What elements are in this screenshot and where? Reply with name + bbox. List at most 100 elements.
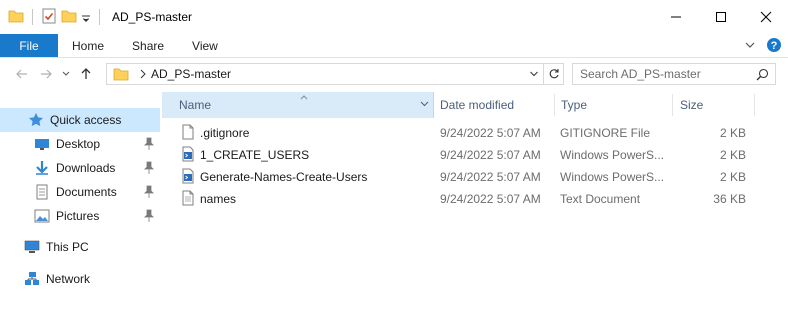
sidebar-item-label: Downloads xyxy=(56,161,116,175)
file-date: 9/24/2022 5:07 AM xyxy=(440,192,541,206)
sidebar-item-this-pc[interactable]: This PC xyxy=(0,235,160,259)
column-header-name[interactable]: Name xyxy=(162,92,434,118)
pin-icon[interactable] xyxy=(144,137,154,151)
powershell-file-icon xyxy=(180,168,196,187)
file-size: 2 KB xyxy=(719,148,746,162)
maximize-icon xyxy=(715,12,726,22)
table-row[interactable]: Generate-Names-Create-Users 9/24/2022 5:… xyxy=(162,166,788,188)
pin-icon[interactable] xyxy=(144,209,154,223)
pictures-icon xyxy=(34,208,50,224)
toolbar-separator xyxy=(32,9,33,25)
file-name: Generate-Names-Create-Users xyxy=(200,170,368,184)
sort-ascending-icon xyxy=(300,92,308,102)
toolbar-separator xyxy=(99,9,100,25)
tab-view[interactable]: View xyxy=(178,34,232,57)
address-bar[interactable]: AD_PS-master xyxy=(106,63,564,85)
search-input[interactable] xyxy=(580,67,750,81)
sidebar-item-downloads[interactable]: Downloads xyxy=(0,156,160,180)
file-size: 36 KB xyxy=(713,192,746,206)
star-icon xyxy=(28,112,44,128)
up-arrow-icon xyxy=(81,68,91,79)
search-box[interactable] xyxy=(572,63,776,85)
breadcrumb-chevron-icon[interactable] xyxy=(139,69,147,79)
navigation-bar: AD_PS-master xyxy=(0,58,788,90)
file-name-cell: .gitignore xyxy=(180,124,249,143)
folder-icon xyxy=(113,66,129,82)
svg-text:?: ? xyxy=(771,40,778,52)
downloads-icon xyxy=(34,160,50,176)
sidebar-item-quick-access[interactable]: Quick access xyxy=(0,108,160,132)
column-divider[interactable] xyxy=(754,94,755,116)
tab-file[interactable]: File xyxy=(0,34,58,57)
refresh-icon xyxy=(549,69,559,79)
file-date: 9/24/2022 5:07 AM xyxy=(440,148,541,162)
sidebar-item-documents[interactable]: Documents xyxy=(0,180,160,204)
file-size: 2 KB xyxy=(719,126,746,140)
back-button[interactable] xyxy=(10,62,34,86)
minimize-button[interactable] xyxy=(653,0,698,34)
properties-icon[interactable] xyxy=(41,8,57,27)
file-list: Name Date modified Type Size .gitignore … xyxy=(162,90,788,314)
window-title: AD_PS-master xyxy=(112,10,193,24)
back-arrow-icon xyxy=(16,69,27,79)
search-icon[interactable] xyxy=(756,68,769,81)
maximize-button[interactable] xyxy=(698,0,743,34)
sidebar-item-network[interactable]: Network xyxy=(0,267,160,291)
text-file-icon xyxy=(180,190,196,209)
column-header-size[interactable]: Size xyxy=(673,92,755,118)
customize-toolbar-chevron-icon[interactable] xyxy=(81,8,91,27)
sidebar-item-label: Quick access xyxy=(50,113,122,127)
file-type: Windows PowerS... xyxy=(560,170,664,184)
column-header-type[interactable]: Type xyxy=(555,92,673,118)
help-icon[interactable]: ? xyxy=(766,37,782,56)
column-header-label: Type xyxy=(561,98,588,112)
this-pc-icon xyxy=(24,239,40,255)
ribbon-tabs: File Home Share View ? xyxy=(0,34,788,58)
folder-icon xyxy=(8,8,24,27)
table-row[interactable]: .gitignore 9/24/2022 5:07 AM GITIGNORE F… xyxy=(162,122,788,144)
file-name: .gitignore xyxy=(200,126,250,140)
network-icon xyxy=(24,271,40,287)
column-header-date-modified[interactable]: Date modified xyxy=(434,92,555,118)
sidebar-item-pictures[interactable]: Pictures xyxy=(0,204,160,228)
recent-locations-button[interactable] xyxy=(58,62,74,86)
sidebar-item-label: Documents xyxy=(56,185,117,199)
minimize-icon xyxy=(670,16,681,18)
documents-icon xyxy=(34,184,50,200)
pin-icon[interactable] xyxy=(144,161,154,175)
file-name-cell: 1_CREATE_USERS xyxy=(180,146,309,165)
file-type: Windows PowerS... xyxy=(560,148,664,162)
title-bar: AD_PS-master xyxy=(0,0,788,34)
sidebar-item-desktop[interactable]: Desktop xyxy=(0,132,160,156)
quick-access-toolbar xyxy=(0,8,104,27)
file-size: 2 KB xyxy=(719,170,746,184)
up-button[interactable] xyxy=(74,62,98,86)
forward-arrow-icon xyxy=(41,69,52,79)
text-file-icon xyxy=(180,124,196,143)
chevron-down-icon xyxy=(62,71,70,76)
refresh-button[interactable] xyxy=(543,64,563,84)
tab-share[interactable]: Share xyxy=(118,34,178,57)
table-row[interactable]: 1_CREATE_USERS 9/24/2022 5:07 AM Windows… xyxy=(162,144,788,166)
file-name-cell: Generate-Names-Create-Users xyxy=(180,168,367,187)
tab-home[interactable]: Home xyxy=(58,34,118,57)
column-header-label: Name xyxy=(179,98,212,112)
column-filter-chevron-icon[interactable] xyxy=(420,101,429,107)
pin-icon[interactable] xyxy=(144,185,154,199)
address-dropdown-chevron-icon[interactable] xyxy=(529,68,539,80)
breadcrumb-current-folder[interactable]: AD_PS-master xyxy=(151,67,231,81)
file-name: names xyxy=(200,192,237,206)
sidebar-item-label: Desktop xyxy=(56,137,101,151)
window-controls xyxy=(653,0,788,34)
forward-button[interactable] xyxy=(34,62,58,86)
table-row[interactable]: names 9/24/2022 5:07 AM Text Document 36… xyxy=(162,188,788,210)
file-name-cell: names xyxy=(180,190,236,209)
desktop-icon xyxy=(34,136,50,152)
file-date: 9/24/2022 5:07 AM xyxy=(440,126,541,140)
new-folder-icon[interactable] xyxy=(61,8,77,27)
close-button[interactable] xyxy=(743,0,788,34)
close-icon xyxy=(760,11,771,23)
expand-ribbon-chevron-icon[interactable] xyxy=(744,39,756,53)
sidebar-item-label: This PC xyxy=(46,240,89,254)
navigation-pane: Quick access Desktop Downloads Documents xyxy=(0,96,162,314)
